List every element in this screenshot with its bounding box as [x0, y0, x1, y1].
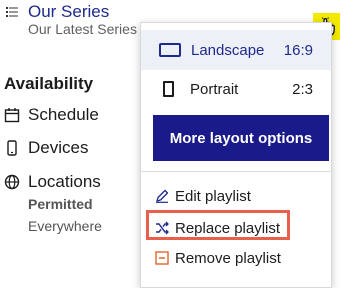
minus-box-icon — [155, 251, 169, 265]
landscape-option[interactable]: Landscape 16:9 — [141, 30, 331, 70]
locations-value: Everywhere — [28, 218, 102, 234]
edit-playlist-item[interactable]: Edit playlist — [141, 181, 331, 211]
globe-icon — [4, 174, 20, 190]
devices-row[interactable]: Devices — [4, 136, 88, 160]
devices-label: Devices — [28, 138, 89, 157]
series-subtitle: Our Latest Series — [28, 21, 137, 37]
locations-status: Permitted — [28, 196, 93, 212]
portrait-icon — [163, 81, 174, 97]
landscape-icon — [159, 43, 181, 57]
more-layout-options-button[interactable]: More layout options — [153, 115, 329, 161]
remove-playlist-label: Remove playlist — [175, 249, 281, 267]
menu-divider — [141, 171, 331, 172]
phone-icon — [7, 140, 17, 156]
schedule-label: Schedule — [28, 105, 99, 124]
series-title[interactable]: Our Series — [28, 2, 109, 22]
replace-playlist-callout — [146, 210, 290, 240]
locations-label: Locations — [28, 172, 101, 191]
portrait-label: Portrait — [190, 80, 239, 98]
list-icon[interactable] — [6, 6, 18, 18]
calendar-icon — [4, 108, 20, 123]
locations-row[interactable]: Locations — [4, 170, 101, 194]
edit-playlist-label: Edit playlist — [175, 187, 251, 205]
layout-dropdown-menu: Landscape 16:9 Portrait 2:3 More layout … — [140, 22, 332, 288]
portrait-ratio: 2:3 — [292, 80, 313, 98]
availability-heading: Availability — [4, 74, 94, 93]
portrait-option[interactable]: Portrait 2:3 — [141, 69, 331, 109]
pencil-icon — [156, 189, 169, 203]
schedule-row[interactable]: Schedule — [4, 103, 99, 127]
remove-playlist-item[interactable]: Remove playlist — [141, 243, 331, 273]
landscape-ratio: 16:9 — [283, 41, 313, 59]
screen: Our Series Our Latest Series Availabilit… — [0, 0, 358, 288]
landscape-label: Landscape — [191, 41, 265, 59]
